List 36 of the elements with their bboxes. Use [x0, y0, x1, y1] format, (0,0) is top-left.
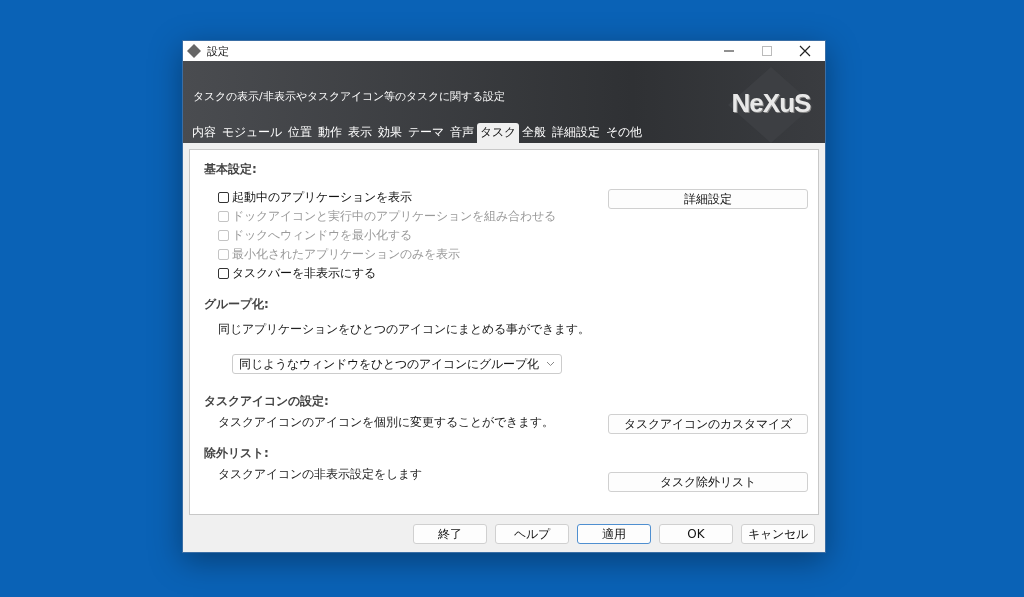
section-heading: 基本設定: [204, 162, 257, 176]
advanced-settings-button[interactable]: 詳細設定 [608, 189, 808, 209]
checkbox[interactable]: 起動中のアプリケーションを表示 [218, 190, 556, 205]
tab[interactable]: タスク [477, 123, 519, 143]
section-heading: タスクアイコンの設定: [204, 394, 329, 408]
tab[interactable]: 音声 [447, 123, 477, 143]
dialog-button[interactable]: 終了 [413, 524, 487, 544]
grouping-dropdown[interactable]: 同じようなウィンドウをひとつのアイコンにグループ化 [232, 354, 562, 374]
diamond-icon [187, 44, 201, 58]
checkbox[interactable]: タスクバーを非表示にする [218, 266, 556, 281]
tab[interactable]: 詳細設定 [549, 123, 603, 143]
dialog-button[interactable]: 適用 [577, 524, 651, 544]
dialog-button[interactable]: キャンセル [741, 524, 815, 544]
section-description: タスクアイコンの非表示設定をします [217, 466, 422, 483]
close-icon[interactable] [799, 45, 811, 57]
section-description: タスクアイコンのアイコンを個別に変更することができます。 [217, 414, 554, 431]
chevron-down-icon [546, 361, 555, 367]
tab[interactable]: 内容 [189, 123, 219, 143]
tab[interactable]: 効果 [375, 123, 405, 143]
tab[interactable]: 表示 [345, 123, 375, 143]
exclusion-list-button[interactable]: タスク除外リスト [608, 472, 808, 492]
banner-description: タスクの表示/非表示やタスクアイコン等のタスクに関する設定 [193, 88, 505, 104]
tab[interactable]: 全般 [519, 123, 549, 143]
window-title: 設定 [207, 43, 229, 59]
tab[interactable]: 位置 [285, 123, 315, 143]
customize-button[interactable]: タスクアイコンのカスタマイズ [608, 414, 808, 434]
section-heading: グループ化: [204, 297, 269, 311]
tab[interactable]: モジュール [219, 123, 285, 143]
section-description: 同じアプリケーションをひとつのアイコンにまとめる事ができます。 [217, 321, 591, 338]
tab[interactable]: その他 [603, 123, 645, 143]
dialog-button[interactable]: OK [659, 524, 733, 544]
tab[interactable]: テーマ [405, 123, 447, 143]
section-heading: 除外リスト: [204, 446, 269, 460]
maximize-icon[interactable] [761, 45, 773, 57]
dialog-button[interactable]: ヘルプ [495, 524, 569, 544]
tab[interactable]: 動作 [315, 123, 345, 143]
